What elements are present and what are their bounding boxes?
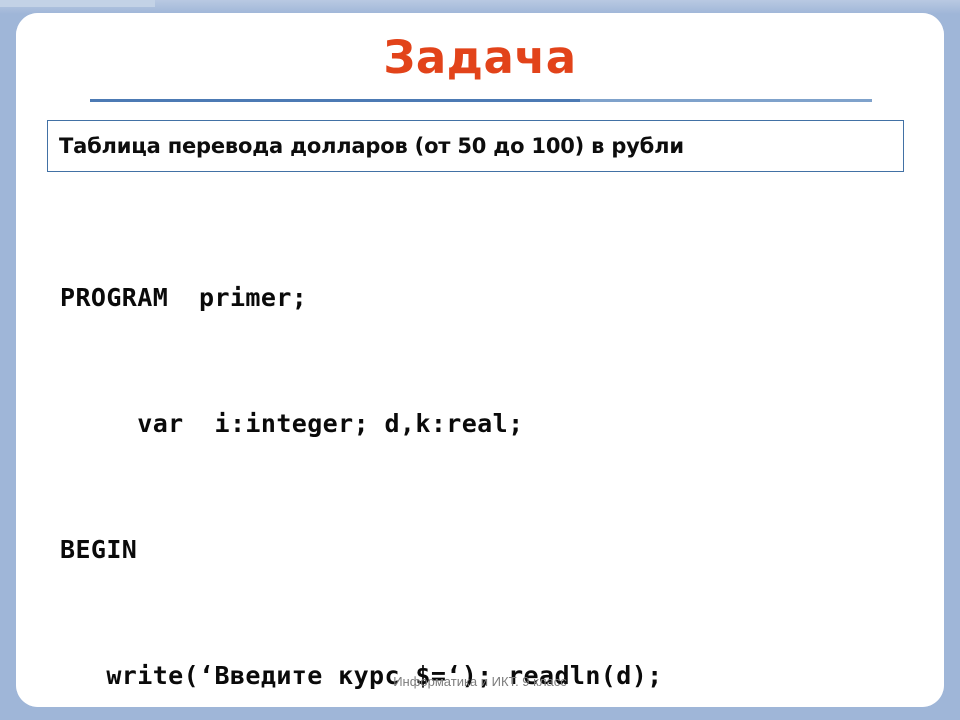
slide-content-area: Задача Таблица перевода долларов (от 50 … — [16, 13, 944, 707]
pascal-code-block: PROGRAM primer; var i:integer; d,k:real;… — [60, 193, 924, 720]
task-caption-text: Таблица перевода долларов (от 50 до 100)… — [59, 134, 684, 158]
title-divider-right-segment — [580, 99, 872, 102]
slide-frame: Задача Таблица перевода долларов (от 50 … — [0, 0, 960, 720]
title-divider-left-segment — [90, 99, 580, 102]
code-line: PROGRAM primer; — [60, 283, 308, 312]
code-line: var i:integer; d,k:real; — [60, 409, 524, 438]
slide-footer: Информатика и ИКТ. 9 класс — [393, 674, 567, 689]
frame-notch-decoration — [0, 0, 155, 7]
code-line: BEGIN — [60, 535, 138, 564]
page-title: Задача — [383, 31, 577, 84]
title-divider — [90, 99, 872, 102]
task-caption-box: Таблица перевода долларов (от 50 до 100)… — [47, 120, 904, 172]
